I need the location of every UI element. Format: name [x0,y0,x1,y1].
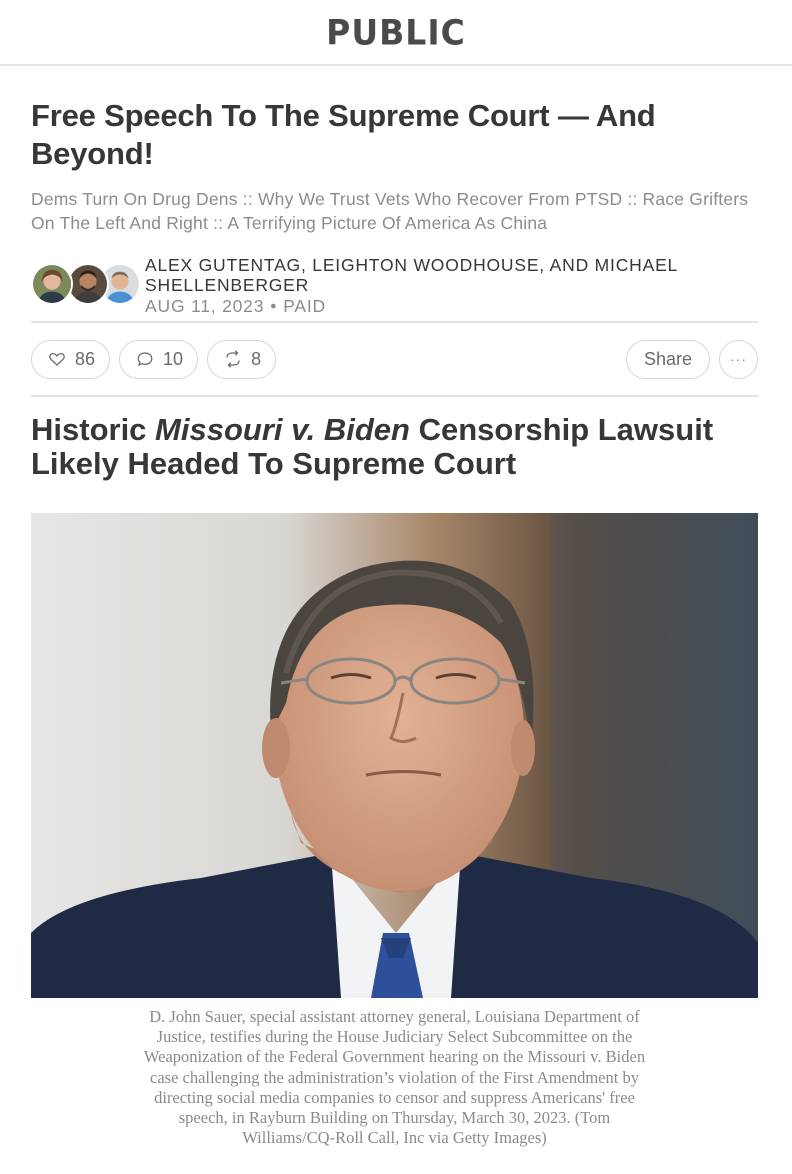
post-title: Free Speech To The Supreme Court — And B… [31,98,656,171]
article-photo[interactable] [31,513,758,998]
author-avatars[interactable] [31,263,141,307]
heart-icon [49,353,65,366]
comment-bubble-icon [137,352,153,367]
like-count: 86 [75,348,96,369]
publication-logo[interactable]: PUBLIC [326,12,466,53]
restack-count: 8 [251,348,262,369]
share-button[interactable]: Share [625,339,710,379]
avatar[interactable] [31,263,73,305]
ellipsis-icon[interactable]: ··· [719,339,758,379]
like-button[interactable]: 86 [31,339,111,379]
top-bar: PUBLIC [0,0,792,66]
byline-text: ALEX GUTENTAG, LEIGHTON WOODHOUSE, AND M… [145,255,758,316]
restack-button[interactable]: 8 [207,339,277,379]
post-subtitle: Dems Turn On Drug Dens :: Why We Trust V… [31,189,749,233]
comment-count: 10 [163,348,184,369]
avatar[interactable] [67,263,109,305]
post-container: Free Speech To The Supreme Court — And B… [0,97,792,1148]
post-date: AUG 11, 2023 [145,296,265,316]
post-actions: 86 10 8 Share ··· [31,323,758,395]
author-names[interactable]: ALEX GUTENTAG, LEIGHTON WOODHOUSE, AND M… [145,255,758,295]
headline-part: Historic [31,412,156,447]
headline-italic: Missouri v. Biden [155,412,410,447]
byline: ALEX GUTENTAG, LEIGHTON WOODHOUSE, AND M… [31,255,758,316]
photo-caption: D. John Sauer, special assistant attorne… [143,1007,646,1148]
access-label: PAID [283,296,326,316]
separator-dot: • [270,296,278,316]
comment-button[interactable]: 10 [119,339,199,379]
post-meta: AUG 11, 2023 • PAID [145,296,758,316]
divider [31,395,758,397]
section-headline: Historic Missouri v. Biden Censorship La… [31,413,758,481]
restack-arrows-icon [226,350,240,368]
